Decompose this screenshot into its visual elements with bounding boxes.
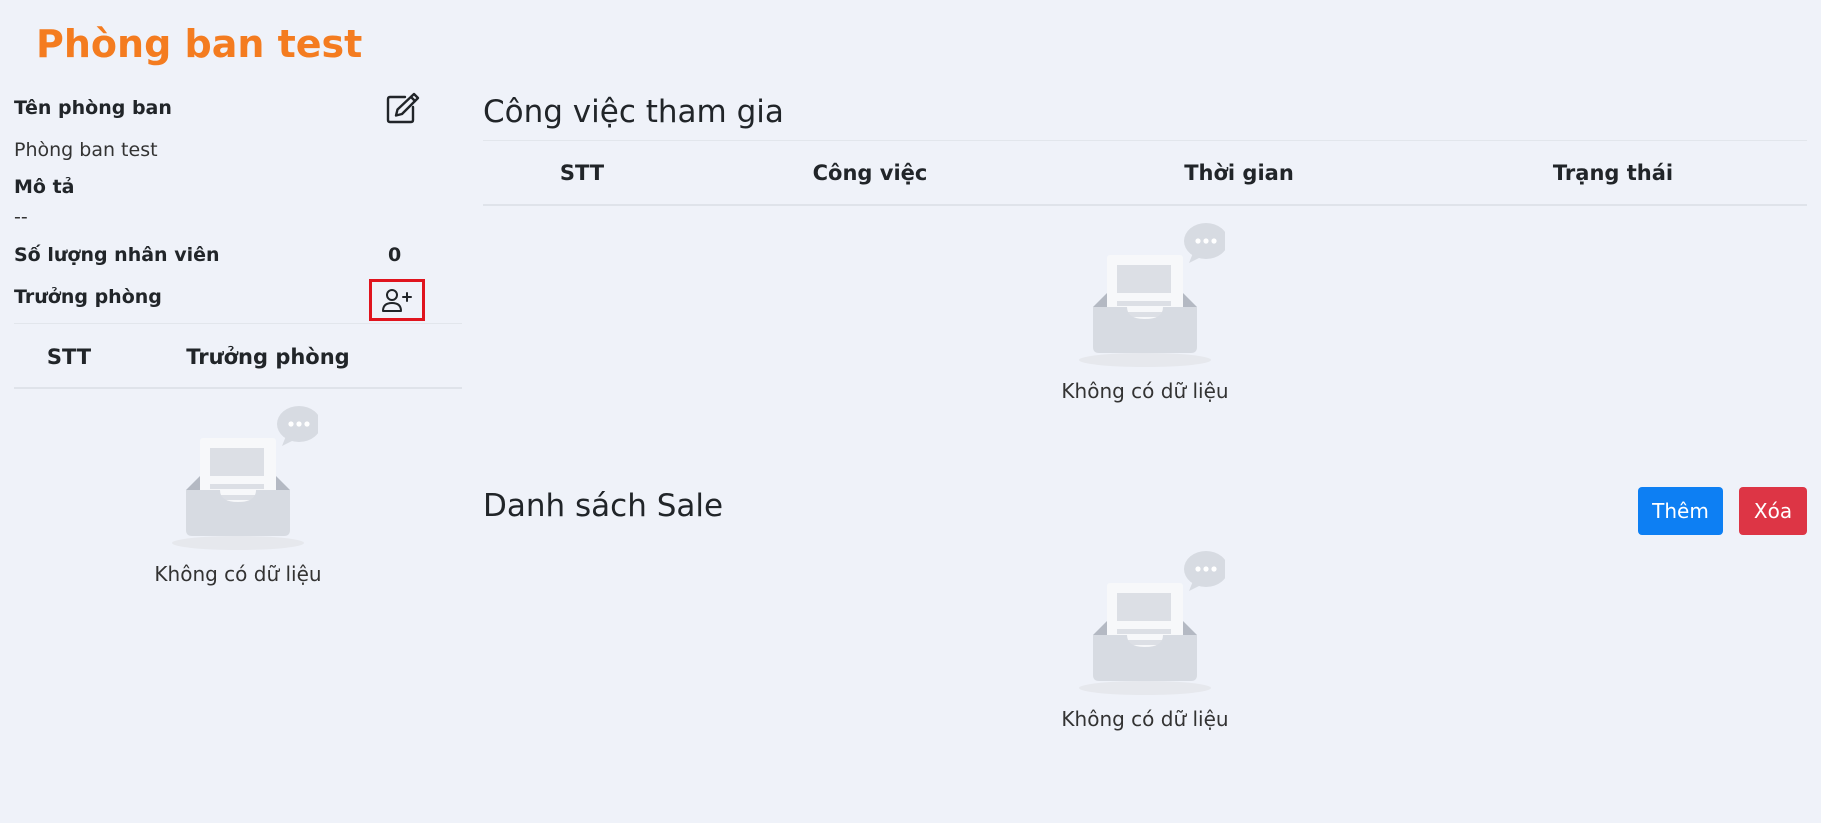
department-head-label: Trưởng phòng xyxy=(14,286,162,308)
jobs-section-title: Công việc tham gia xyxy=(483,94,784,130)
edit-icon[interactable] xyxy=(385,91,421,125)
department-name-label: Tên phòng ban xyxy=(14,97,172,119)
page-title: Phòng ban test xyxy=(36,22,363,66)
empty-inbox-icon xyxy=(172,406,318,550)
delete-sale-button[interactable]: Xóa xyxy=(1739,487,1807,535)
empty-text: Không có dữ liệu xyxy=(1061,707,1229,731)
description-label: Mô tả xyxy=(14,176,75,198)
employee-count-label: Số lượng nhân viên xyxy=(14,244,220,266)
description-value: -- xyxy=(14,206,28,228)
empty-inbox-icon xyxy=(1079,551,1225,695)
add-head-button[interactable] xyxy=(369,279,425,321)
sales-section-title: Danh sách Sale xyxy=(483,488,724,524)
column-header-status[interactable]: Trạng thái xyxy=(1553,161,1673,185)
column-header-job[interactable]: Công việc xyxy=(813,161,928,185)
divider xyxy=(14,323,462,324)
empty-inbox-icon xyxy=(1079,223,1225,367)
empty-text: Không có dữ liệu xyxy=(1061,379,1229,403)
jobs-empty-state: Không có dữ liệu xyxy=(1061,217,1229,403)
person-plus-icon xyxy=(382,289,412,312)
head-table-empty-state: Không có dữ liệu xyxy=(154,400,322,586)
employee-count-value: 0 xyxy=(388,244,402,266)
department-name-value: Phòng ban test xyxy=(14,139,158,161)
column-header-stt[interactable]: STT xyxy=(47,345,91,369)
add-sale-button[interactable]: Thêm xyxy=(1638,487,1723,535)
sales-empty-state: Không có dữ liệu xyxy=(1061,545,1229,731)
table-header-divider xyxy=(14,387,462,389)
empty-text: Không có dữ liệu xyxy=(154,562,322,586)
column-header-stt[interactable]: STT xyxy=(560,161,604,185)
divider xyxy=(483,140,1807,141)
table-header-divider xyxy=(483,204,1807,206)
column-header-department-head[interactable]: Trưởng phòng xyxy=(186,345,349,369)
column-header-time[interactable]: Thời gian xyxy=(1184,161,1294,185)
